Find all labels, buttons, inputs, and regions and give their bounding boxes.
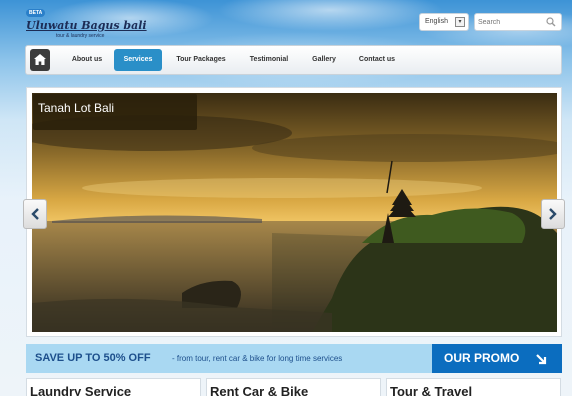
chevron-right-icon [549, 208, 557, 220]
slider-prev-button[interactable] [23, 199, 47, 229]
main-nav: About us Services Tour Packages Testimon… [25, 45, 562, 75]
search-box[interactable] [474, 13, 562, 31]
promo-button-label: OUR PROMO [444, 351, 520, 365]
language-value: English [425, 18, 448, 25]
promo-headline: SAVE UP TO 50% OFF [35, 352, 151, 364]
search-icon[interactable] [546, 17, 556, 27]
card-title: Laundry Service [30, 384, 132, 396]
card-title: Tour & Travel [390, 384, 473, 396]
nav-item-about-us[interactable]: About us [64, 49, 110, 71]
nav-item-services[interactable]: Services [114, 49, 162, 71]
logo-title: Uluwatu Bagus bali [26, 19, 147, 32]
nav-item-testimonial[interactable]: Testimonial [242, 49, 296, 71]
slider-next-button[interactable] [541, 199, 565, 229]
image-slider: Tanah Lot Bali [26, 87, 562, 337]
slide-caption-text: Tanah Lot Bali [38, 101, 115, 115]
search-input[interactable] [478, 16, 544, 28]
nav-item-contact-us[interactable]: Contact us [352, 49, 402, 71]
language-select[interactable]: English ▾ [419, 13, 469, 31]
nav-item-gallery[interactable]: Gallery [304, 49, 344, 71]
service-card-rent[interactable]: Rent Car & Bike [206, 378, 381, 396]
card-title: Rent Car & Bike [210, 384, 309, 396]
promo-detail: - from tour, rent car & bike for long ti… [172, 354, 343, 363]
arrow-down-right-icon [536, 354, 547, 365]
home-button[interactable] [30, 49, 50, 71]
chevron-left-icon [31, 208, 39, 220]
our-promo-button[interactable]: OUR PROMO [432, 344, 562, 373]
chevron-down-icon: ▾ [455, 17, 465, 27]
nav-item-tour-packages[interactable]: Tour Packages [168, 49, 234, 71]
service-card-tour[interactable]: Tour & Travel [386, 378, 561, 396]
home-icon [34, 54, 46, 65]
service-card-laundry[interactable]: Laundry Service [26, 378, 201, 396]
promo-banner: SAVE UP TO 50% OFF - from tour, rent car… [26, 344, 562, 373]
logo-subtitle: tour & laundry service [56, 33, 105, 39]
slide-caption: Tanah Lot Bali [33, 94, 197, 130]
beta-badge: BETA [26, 9, 46, 17]
